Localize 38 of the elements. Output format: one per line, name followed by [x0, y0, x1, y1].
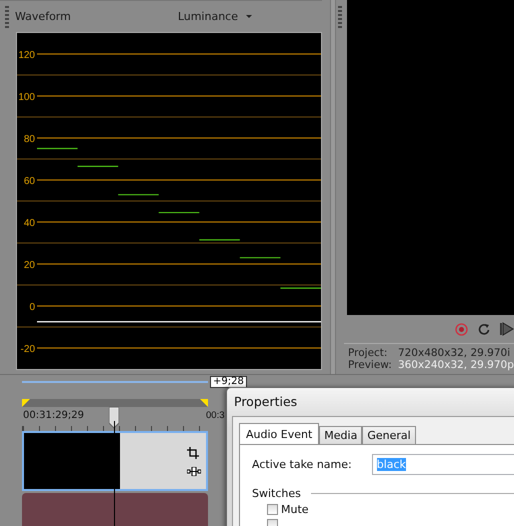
panel-grip[interactable]: [338, 6, 342, 28]
mode-dropdown[interactable]: Luminance: [178, 10, 252, 23]
play-icon[interactable]: [500, 322, 514, 336]
tab[interactable]: Media: [319, 426, 362, 444]
video-event[interactable]: [22, 431, 208, 491]
scale-label: -20: [20, 344, 35, 355]
scale-label: 20: [24, 260, 35, 271]
dialog-title: Properties: [233, 393, 298, 411]
scale-label: 40: [24, 218, 35, 229]
scale-label: 0: [29, 302, 35, 313]
pan-icon[interactable]: [187, 466, 201, 476]
loop-start-marker[interactable]: [22, 399, 30, 407]
timecode: 00:31:29;29: [23, 410, 84, 421]
project-value: 720x480x32, 29.970i: [398, 347, 512, 359]
scale-label: 120: [18, 50, 35, 61]
group-label: Switches: [252, 487, 301, 500]
timecode: 00:3: [206, 410, 224, 421]
loop-end-marker[interactable]: [200, 399, 208, 407]
scale-label: 60: [24, 176, 35, 187]
scale-label: 80: [24, 134, 35, 145]
project-label: Project:: [348, 347, 388, 359]
offset-label: +9;28: [210, 376, 247, 388]
loop-region-bar[interactable]: [22, 399, 208, 407]
refresh-icon[interactable]: [478, 323, 490, 335]
crop-icon[interactable]: [187, 446, 199, 458]
tab[interactable]: Audio Event: [239, 423, 320, 444]
scale-label: 100: [18, 92, 35, 103]
checkbox-label: Mute: [281, 503, 309, 516]
panel-grip[interactable]: [5, 6, 9, 28]
tab[interactable]: General: [362, 426, 416, 444]
field-label: Active take name:: [252, 458, 352, 471]
preview-value: 360x240x32, 29.970p: [398, 359, 514, 371]
playhead-handle[interactable]: [109, 407, 119, 429]
preview-label: Preview:: [348, 359, 392, 371]
panel-title: Waveform: [15, 10, 71, 23]
checkbox[interactable]: [267, 504, 278, 515]
record-icon[interactable]: [455, 322, 468, 336]
caret-icon: [246, 15, 252, 18]
